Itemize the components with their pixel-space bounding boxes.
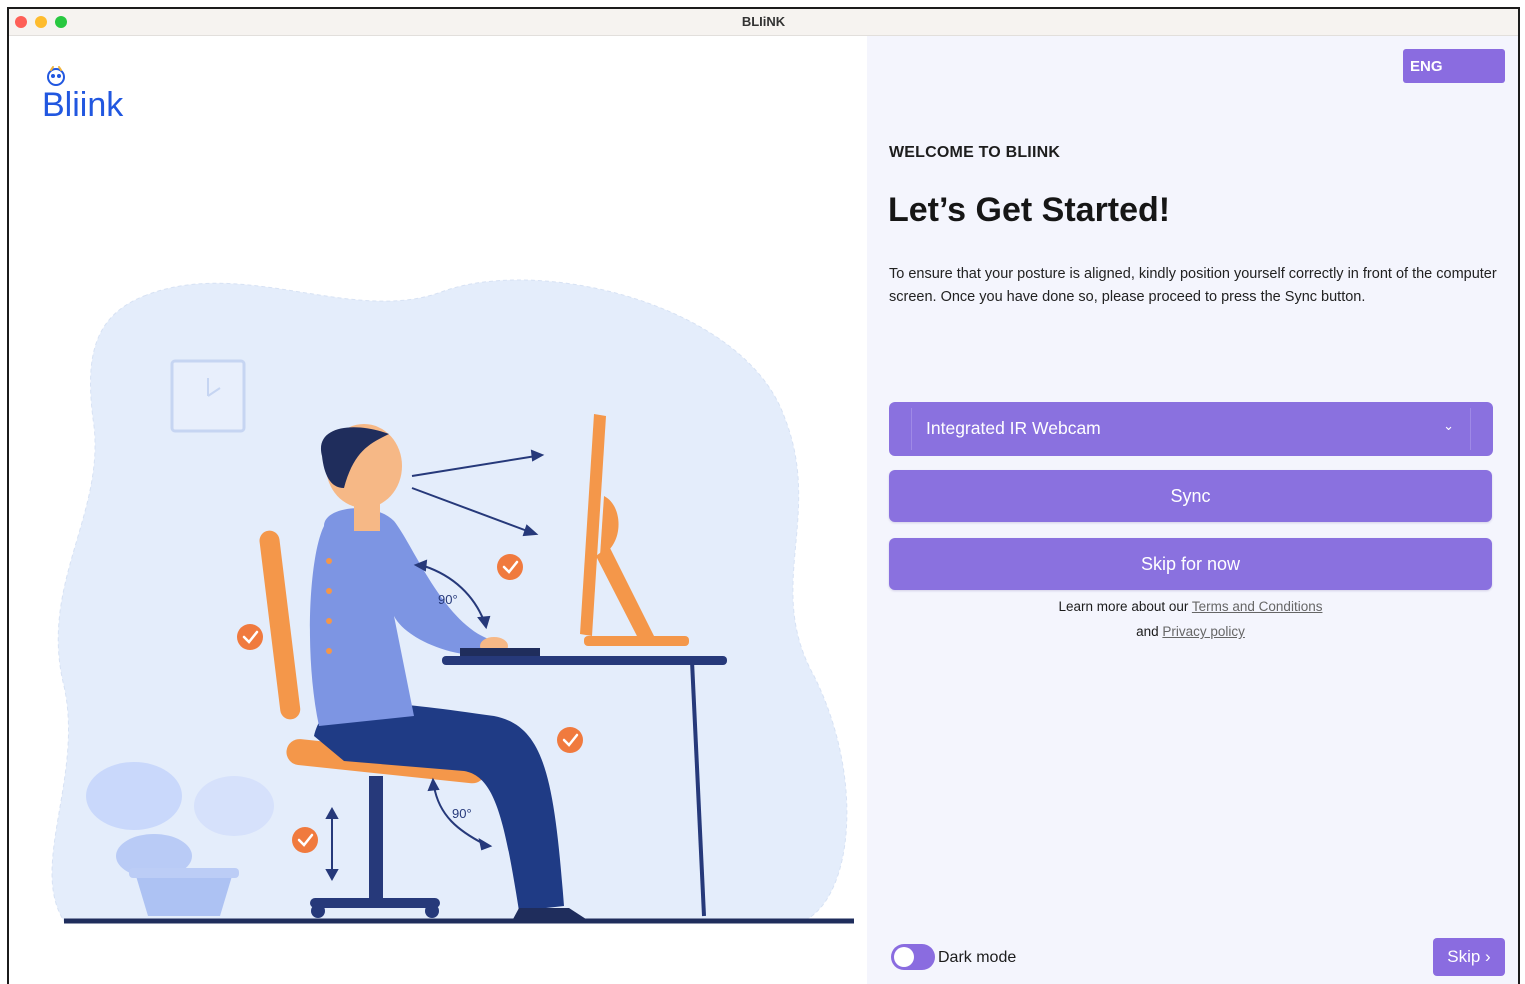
bliink-logo: Bliink	[42, 66, 124, 124]
select-divider	[1470, 408, 1471, 450]
app-window: BLIiNK Bliink 90° 90° ENG WELCOME TO BLI…	[7, 7, 1520, 984]
clock-icon	[170, 359, 246, 433]
sync-button[interactable]: Sync	[889, 470, 1492, 522]
privacy-link[interactable]: Privacy policy	[1162, 624, 1245, 639]
camera-select-value: Integrated IR Webcam	[926, 418, 1101, 438]
welcome-heading: WELCOME TO BLIINK	[889, 144, 1061, 161]
toggle-knob	[894, 947, 914, 967]
skip-button[interactable]: Skip ›	[1433, 938, 1505, 976]
angle-label-top: 90°	[438, 592, 458, 607]
logo-text: Bliink	[42, 86, 124, 124]
legal-prefix: Learn more about our	[1058, 599, 1189, 614]
terms-link[interactable]: Terms and Conditions	[1192, 599, 1323, 614]
posture-illustration: 90° 90°	[51, 279, 854, 924]
chevron-down-icon[interactable]: ⌄	[1443, 418, 1454, 434]
page-title: Let’s Get Started!	[888, 191, 1171, 229]
camera-select[interactable]: Integrated IR Webcam ⌄	[889, 402, 1493, 456]
onboarding-panel: ENG WELCOME TO BLIINK Let’s Get Started!…	[867, 36, 1518, 984]
select-divider	[911, 408, 912, 450]
angle-label-bottom: 90°	[452, 806, 472, 821]
legal-line-terms: Learn more about our Terms and Condition…	[889, 599, 1492, 614]
legal-line-privacy: and Privacy policy	[889, 624, 1492, 639]
skip-for-now-button[interactable]: Skip for now	[889, 538, 1492, 590]
dark-mode-label: Dark mode	[938, 949, 1017, 966]
legal-and: and	[1136, 624, 1159, 639]
title-bar: BLIiNK	[9, 9, 1518, 36]
dark-mode-toggle[interactable]	[891, 944, 935, 970]
window-title: BLIiNK	[741, 14, 786, 29]
illustration-panel: Bliink 90° 90°	[9, 36, 867, 984]
language-selector-button[interactable]: ENG	[1403, 49, 1505, 83]
instructions-text: To ensure that your posture is aligned, …	[889, 266, 1497, 305]
